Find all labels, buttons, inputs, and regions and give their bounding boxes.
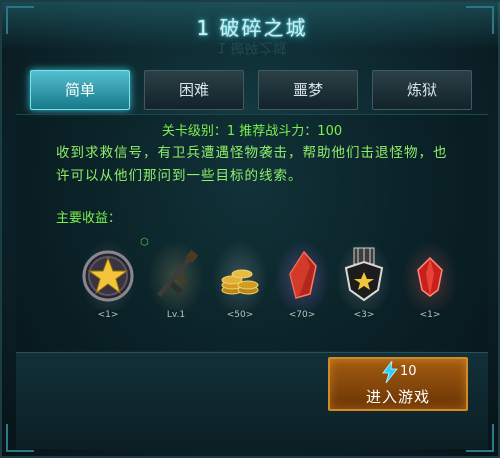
- reward-rank-badge[interactable]: <3>: [332, 230, 396, 330]
- reward-count: <50>: [226, 310, 254, 320]
- tab-inferno[interactable]: 炼狱: [372, 70, 472, 110]
- reward-red-crystal[interactable]: <70>: [270, 230, 334, 330]
- tab-hard[interactable]: 困难: [144, 70, 244, 110]
- reward-count: <1>: [419, 310, 441, 320]
- star-medal-icon: [82, 250, 134, 302]
- reward-count: <70>: [288, 310, 316, 320]
- reward-count: <3>: [353, 310, 375, 320]
- rank-badge-icon: [344, 247, 384, 302]
- red-crystal-icon: [289, 250, 317, 299]
- difficulty-tabs: 简单 困难 噩梦 炼狱: [30, 70, 474, 112]
- stage-title-reflection: 1 破碎之城: [217, 39, 287, 55]
- stage-title: 1 破碎之城: [196, 16, 308, 40]
- reward-count: <1>: [97, 310, 119, 320]
- stage-description: 收到求救信号，有卫兵遭遇怪物袭击，帮助他们击退怪物，也许可以从他们那问到一些目标…: [56, 145, 448, 184]
- reward-star-medal[interactable]: <1>: [76, 230, 140, 330]
- enter-game-label: 进入游戏: [365, 388, 430, 406]
- stage-level-line: 关卡级别：1 推荐战斗力：100: [161, 124, 343, 139]
- reward-rifle[interactable]: Lv.1: [144, 230, 208, 330]
- tab-easy[interactable]: 简单: [30, 70, 130, 110]
- rewards-list: <1> Lv.1 <50> <70> <3> <1>: [58, 230, 478, 330]
- lightning-icon: [382, 361, 398, 383]
- gold-coins-icon: [221, 269, 259, 295]
- stage-panel: 1 破碎之城 1 破碎之城 简单 困难 噩梦 炼狱 关卡级别：1 推荐战斗力：1…: [0, 0, 500, 458]
- rewards-label: 主要收益：: [56, 211, 122, 226]
- reward-gold-coins[interactable]: <50>: [208, 230, 272, 330]
- reward-ruby-gem[interactable]: <1>: [398, 230, 462, 330]
- rifle-icon: [156, 249, 199, 298]
- energy-cost-value: 10: [400, 364, 417, 379]
- reward-count: Lv.1: [166, 310, 186, 320]
- enter-game-button[interactable]: 10 进入游戏: [328, 357, 468, 411]
- tab-nightmare[interactable]: 噩梦: [258, 70, 358, 110]
- ruby-gem-icon: [417, 256, 443, 297]
